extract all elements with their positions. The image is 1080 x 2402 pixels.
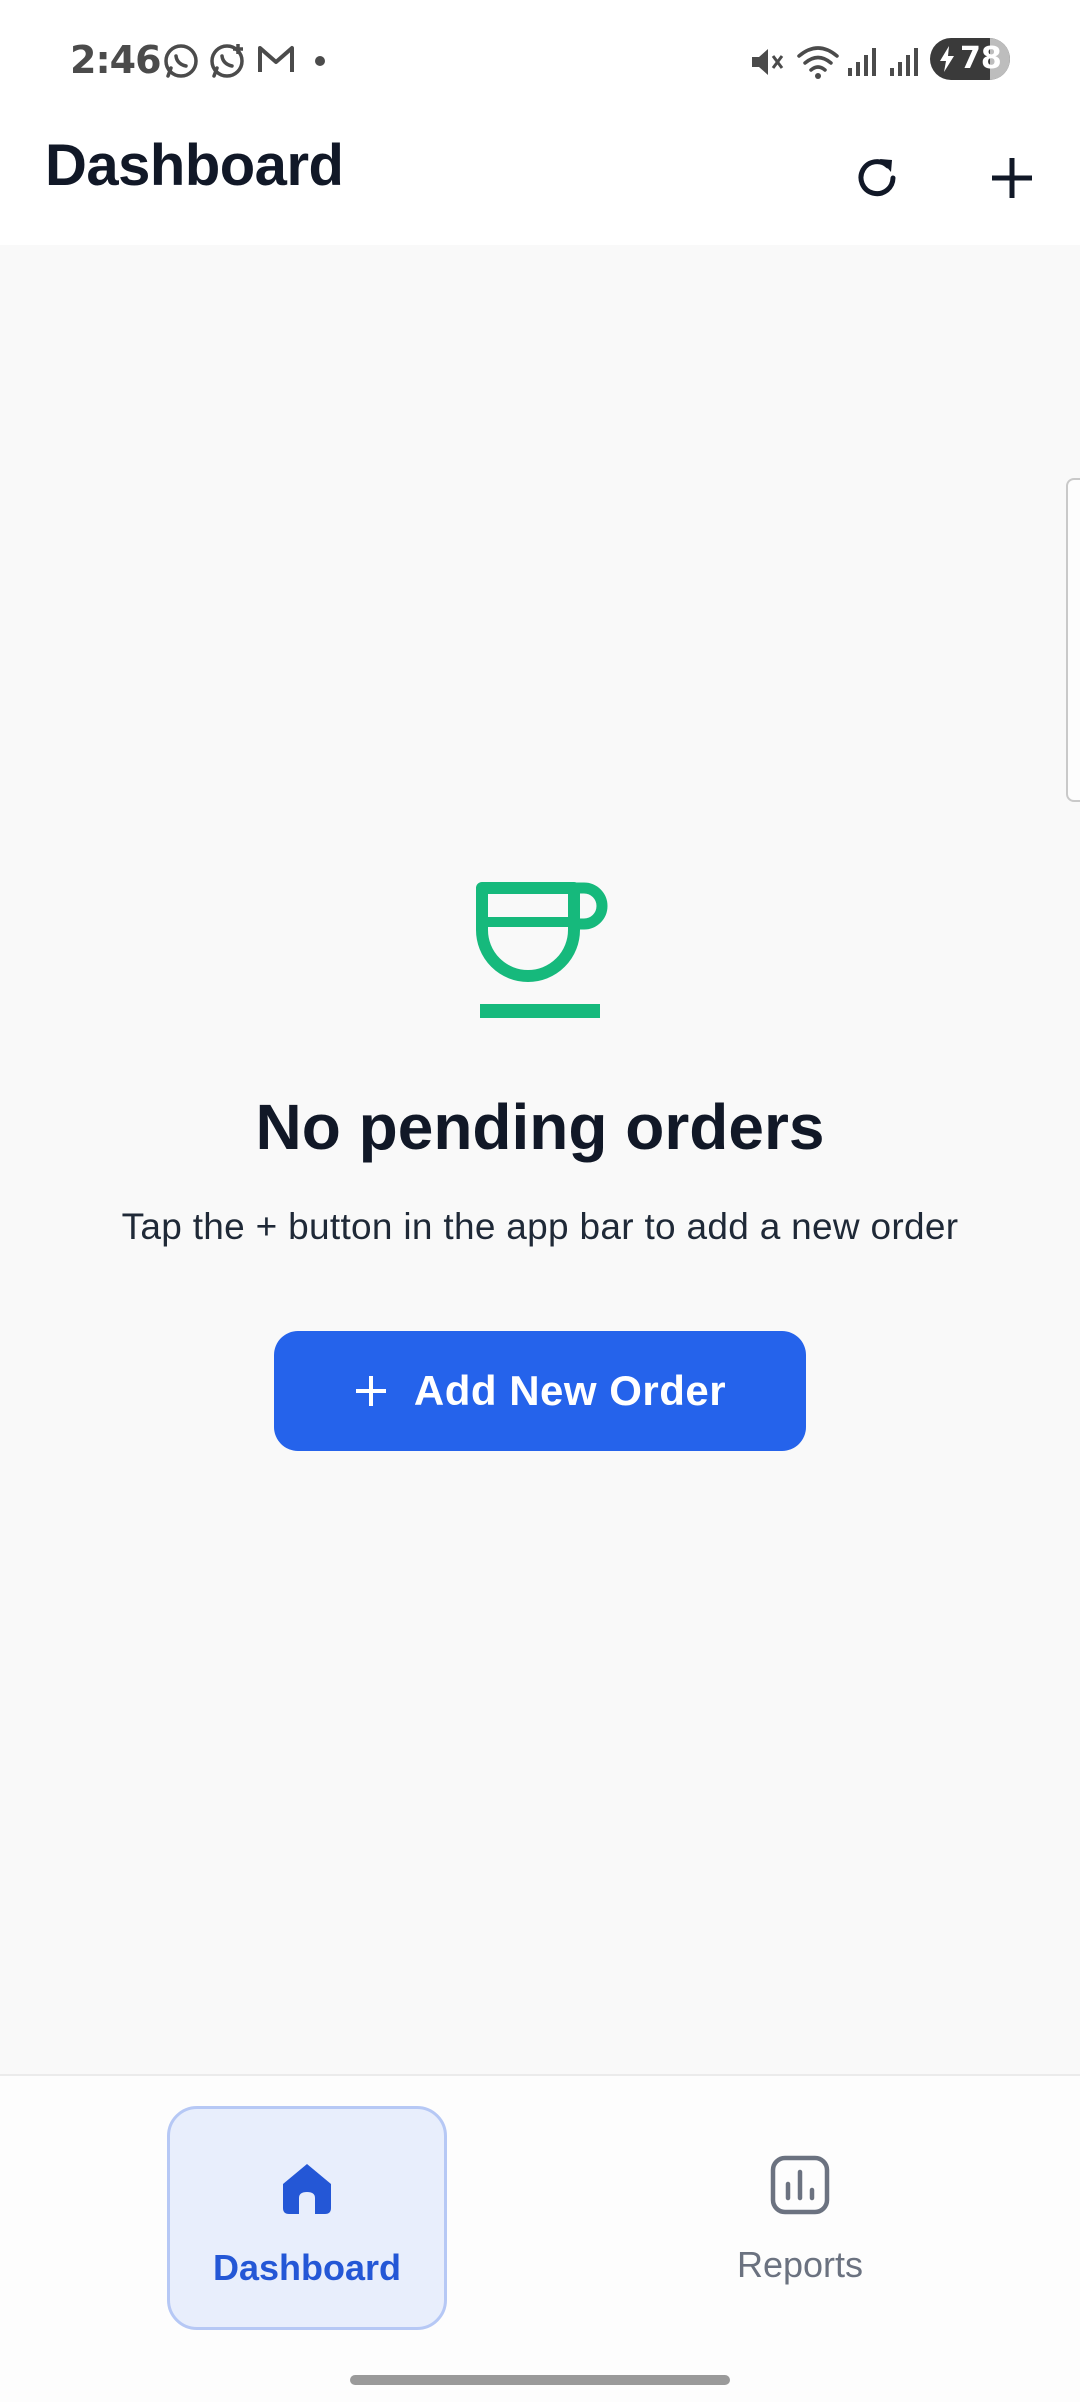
whatsapp-business-icon [208, 42, 248, 85]
bottom-navigation: Dashboard Reports [0, 2074, 1080, 2402]
nav-label-reports: Reports [736, 2244, 864, 2285]
battery-indicator: 78 [930, 38, 1010, 80]
add-new-order-label: Add New Order [413, 1367, 727, 1414]
empty-state-title: No pending orders [255, 1091, 825, 1163]
signal-icon [846, 44, 880, 83]
nav-label-dashboard: Dashboard [212, 2247, 402, 2288]
add-new-order-button[interactable]: Add New Order [274, 1331, 806, 1451]
app-bar: Dashboard [0, 120, 1080, 245]
wifi-icon [796, 42, 840, 85]
refresh-icon [850, 151, 904, 210]
charging-icon [938, 45, 956, 78]
mute-icon [748, 44, 784, 85]
gmail-icon [256, 42, 296, 81]
cup-icon [476, 882, 616, 1027]
whatsapp-icon [162, 42, 200, 85]
page-title: Dashboard [45, 133, 344, 198]
dot-icon [314, 54, 326, 72]
battery-level: 78 [960, 41, 1002, 76]
refresh-button[interactable] [827, 130, 927, 230]
status-bar: 2:46 78 [0, 0, 1080, 120]
home-icon [277, 2155, 337, 2221]
signal-icon [888, 44, 922, 83]
home-indicator[interactable] [350, 2375, 730, 2385]
scrollbar-handle[interactable] [1066, 478, 1080, 802]
empty-state-subtitle: Tap the + button in the app bar to add a… [121, 1206, 959, 1247]
plus-icon [354, 1374, 388, 1408]
nav-item-dashboard[interactable]: Dashboard [167, 2106, 447, 2330]
add-icon [988, 154, 1036, 207]
nav-item-reports[interactable]: Reports [660, 2106, 940, 2330]
add-button[interactable] [962, 130, 1062, 230]
status-time: 2:46 [70, 38, 162, 82]
bar-chart-icon [769, 2152, 831, 2218]
